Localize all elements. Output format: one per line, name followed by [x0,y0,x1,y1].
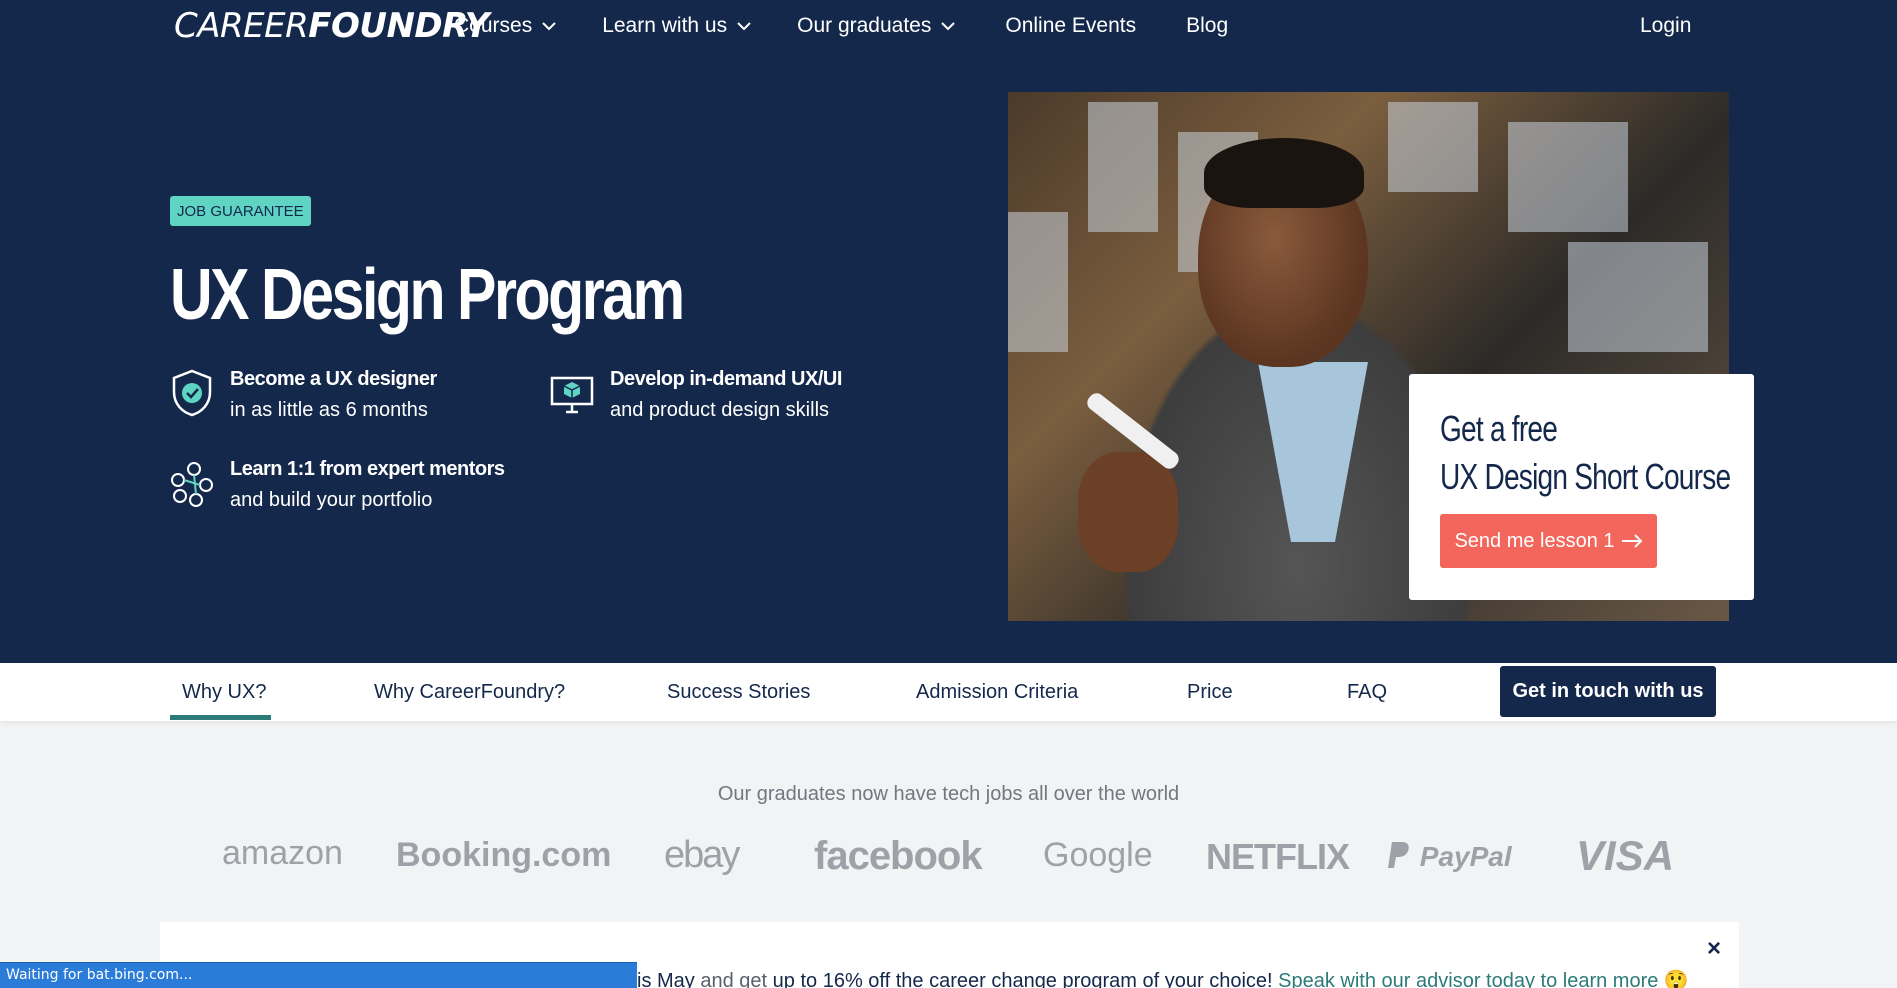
emoji-icon: 😲 [1663,970,1689,988]
paypal-logo: PayPal [1386,840,1512,873]
job-guarantee-badge: JOB GUARANTEE [170,196,311,226]
promo-text-1: is May [637,970,695,988]
tab-why-careerfoundry[interactable]: Why CareerFoundry? [374,681,565,704]
hero-section: CAREERFOUNDRY Courses Learn with us Our … [0,0,1897,663]
tab-success-stories[interactable]: Success Stories [667,681,810,704]
nav-courses-label: Courses [454,14,533,37]
logo-text-career: CAREER [174,6,309,46]
nav-events-label: Online Events [1005,14,1137,37]
tab-admission-criteria[interactable]: Admission Criteria [916,681,1078,704]
section-tabs: Why UX? Why CareerFoundry? Success Stori… [0,663,1897,721]
mentors-network-icon [171,462,213,507]
tab-faq[interactable]: FAQ [1347,681,1387,704]
nav-courses[interactable]: Courses [454,14,556,38]
tab-why-ux[interactable]: Why UX? [182,681,266,704]
feature-title: Learn 1:1 from expert mentors [230,458,505,480]
promo-text-3: up to 16% off the career change program … [772,970,1273,988]
send-lesson-label: Send me lesson 1 [1454,529,1615,552]
nav-blog[interactable]: Blog [1186,14,1228,38]
nav-online-events[interactable]: Online Events [1005,14,1136,38]
employer-logos: amazon Booking.com ebay facebook Google … [0,830,1897,890]
nav-graduates-label: Our graduates [797,14,932,37]
shield-check-icon [172,369,212,417]
nav-blog-label: Blog [1186,14,1229,37]
send-lesson-button[interactable]: Send me lesson 1 [1440,514,1657,568]
close-icon[interactable]: × [1707,935,1721,963]
ebay-logo: ebay [664,834,740,876]
promo-message: is May and get up to 16% off the career … [637,968,1689,988]
page-title: UX Design Program [170,255,685,335]
chevron-down-icon [542,21,556,30]
visa-logo: VISA [1576,832,1675,879]
nav-learn-with-us[interactable]: Learn with us [602,14,751,38]
careerfoundry-logo[interactable]: CAREERFOUNDRY [174,6,489,46]
booking-logo: Booking.com [396,836,612,874]
amazon-logo: amazon [222,834,343,872]
graduates-caption: Our graduates now have tech jobs all ove… [717,783,1180,805]
paypal-icon [1388,842,1409,868]
chevron-down-icon [941,21,956,30]
main-nav: Courses Learn with us Our graduates Onli… [454,14,1228,38]
feature-subtitle: and product design skills [610,399,830,421]
feature-subtitle: in as little as 6 months [230,399,428,421]
feature-title: Develop in-demand UX/UI [610,368,842,390]
nav-learn-label: Learn with us [602,14,728,37]
feature-title: Become a UX designer [230,368,437,390]
nav-our-graduates[interactable]: Our graduates [797,14,956,38]
netflix-logo: NETFLIX [1206,836,1350,877]
feature-become-designer: Become a UX designer in as little as 6 m… [170,368,437,422]
google-logo: Google [1043,836,1153,874]
free-course-card: Get a free UX Design Short Course Send m… [1409,374,1754,600]
get-in-touch-button[interactable]: Get in touch with us [1500,666,1716,717]
advisor-link[interactable]: Speak with our advisor today to learn mo… [1278,970,1658,988]
browser-status-bar: Waiting for bat.bing.com... [0,962,637,988]
chevron-down-icon [737,21,751,30]
cta-title-line2: UX Design Short Course [1440,456,1731,497]
cta-title-line1: Get a free [1440,408,1558,449]
facebook-logo: facebook [814,834,983,878]
arrow-right-icon [1621,534,1642,548]
tab-price[interactable]: Price [1187,681,1233,704]
feature-develop-skills: Develop in-demand UX/UI and product desi… [550,368,842,422]
feature-subtitle: and build your portfolio [230,489,433,511]
feature-mentors: Learn 1:1 from expert mentors and build … [170,458,505,512]
active-tab-indicator [170,715,271,720]
monitor-cube-icon [550,376,594,414]
paypal-text: PayPal [1419,841,1512,872]
login-link[interactable]: Login [1640,14,1691,38]
promo-text-2: and get [700,970,768,988]
